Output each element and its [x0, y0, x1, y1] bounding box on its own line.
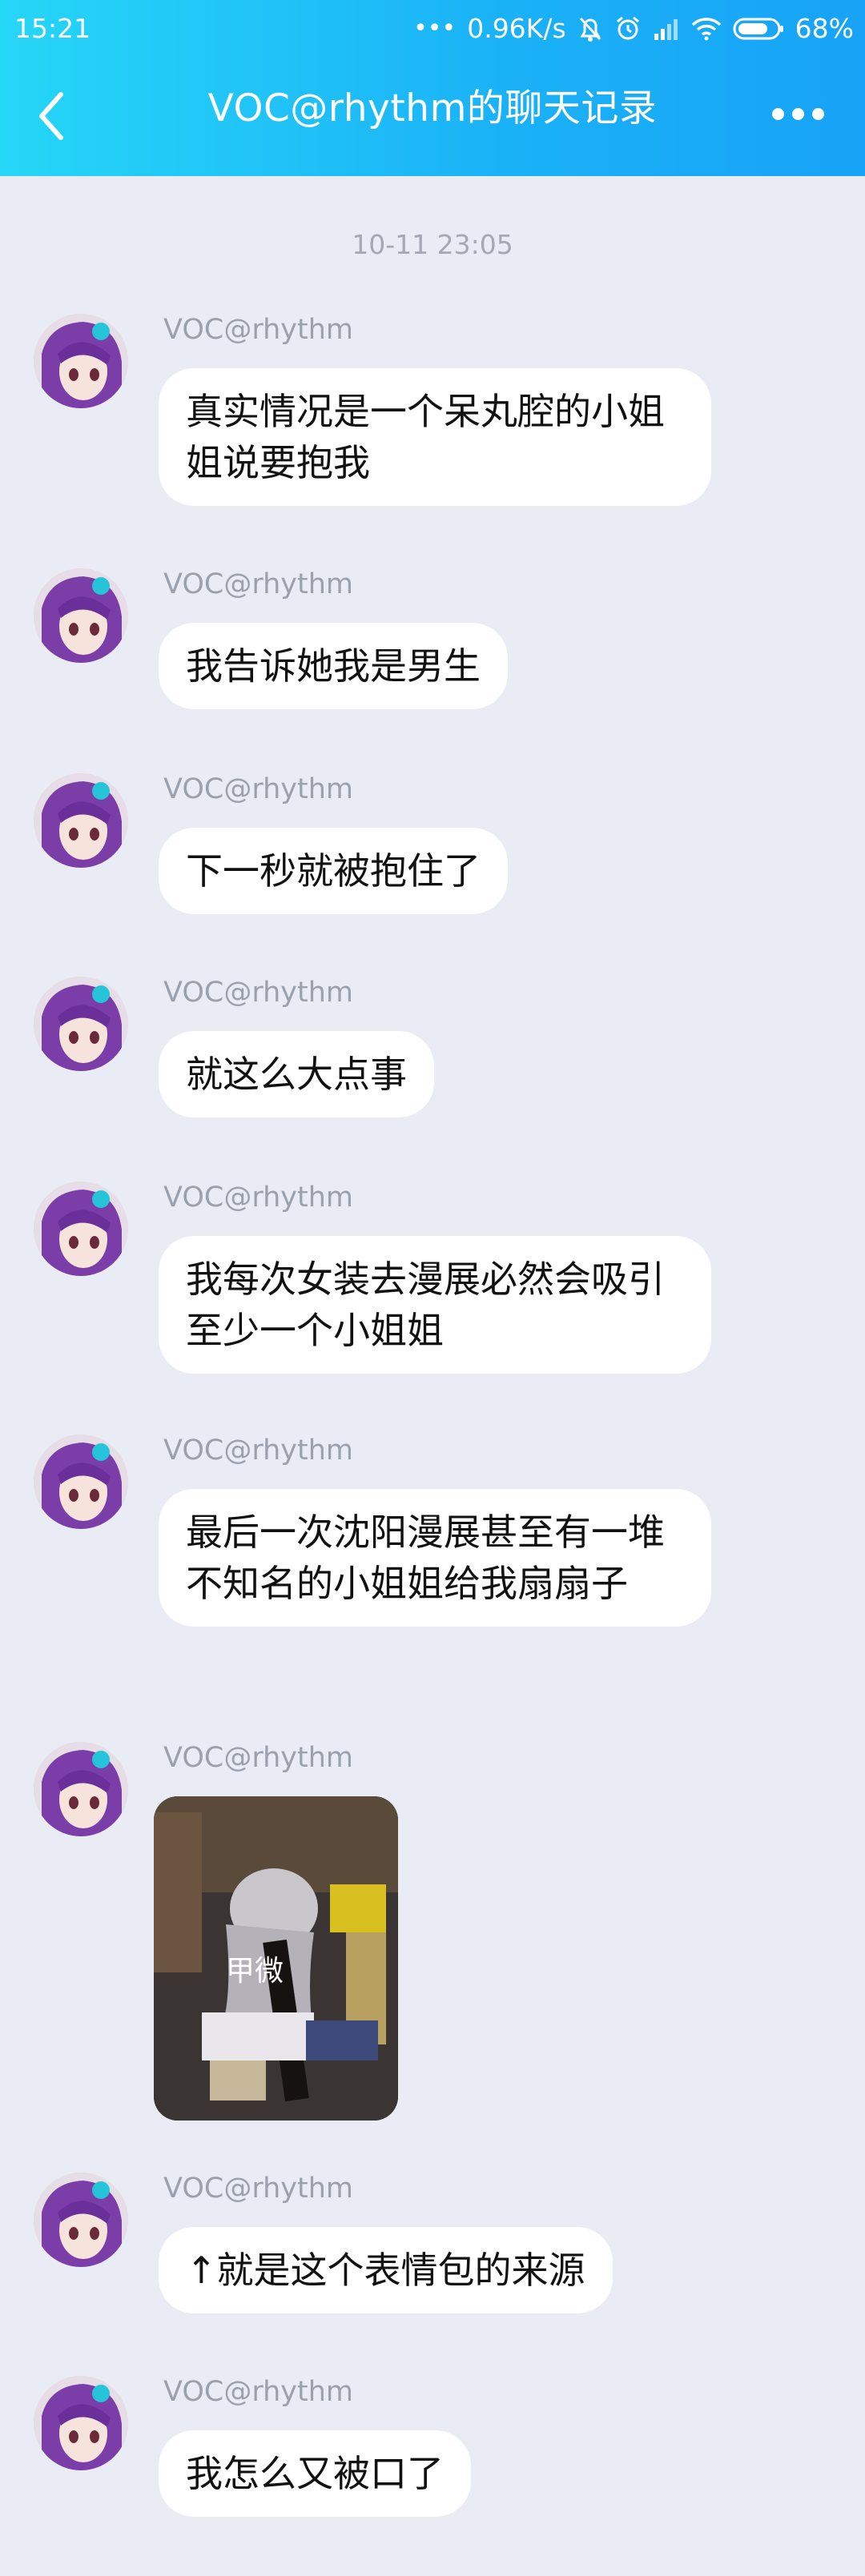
image-message[interactable]: 甲微 — [154, 1796, 398, 2121]
more-dot-icon — [812, 108, 824, 120]
top-bar: 15:21 ••• 0.96K/s 68% VOC@rhythm的聊天记录 — [0, 0, 865, 176]
message-bubble[interactable]: 最后一次沈阳漫展甚至有一堆不知名的小姐姐给我扇扇子 — [159, 1489, 711, 1627]
signal-icon — [653, 16, 680, 42]
avatar[interactable] — [34, 1434, 128, 1529]
avatar[interactable] — [34, 1742, 128, 1836]
message-bubble[interactable]: 真实情况是一个呆丸腔的小姐姐说要抱我 — [159, 368, 711, 506]
status-time: 15:21 — [14, 13, 91, 44]
sender-name: VOC@rhythm — [163, 1742, 353, 1774]
chat-timestamp: 10-11 23:05 — [352, 229, 513, 260]
status-bar: 15:21 ••• 0.96K/s 68% — [0, 0, 865, 58]
more-button[interactable] — [772, 104, 828, 125]
sender-name: VOC@rhythm — [163, 1434, 353, 1467]
battery-icon — [733, 17, 784, 41]
message-bubble[interactable]: 下一秒就被抱住了 — [159, 828, 508, 914]
avatar[interactable] — [34, 568, 128, 663]
message-bubble[interactable]: 我怎么又被口了 — [159, 2430, 471, 2517]
dots-icon: ••• — [413, 14, 457, 42]
mute-bell-icon — [577, 15, 603, 42]
sender-name: VOC@rhythm — [163, 568, 353, 600]
image-caption: 甲微 — [226, 1955, 284, 1988]
network-speed: 0.96K/s — [467, 13, 566, 44]
sender-name: VOC@rhythm — [163, 2173, 353, 2205]
avatar[interactable] — [34, 1182, 128, 1276]
sender-name: VOC@rhythm — [163, 314, 353, 346]
message-bubble[interactable]: 我告诉她我是男生 — [159, 623, 508, 709]
more-dot-icon — [772, 108, 784, 120]
sender-name: VOC@rhythm — [163, 2376, 353, 2408]
message-bubble[interactable]: 就这么大点事 — [159, 1031, 434, 1117]
message-bubble[interactable]: ↑就是这个表情包的来源 — [159, 2227, 613, 2313]
avatar[interactable] — [34, 977, 128, 1071]
avatar[interactable] — [34, 773, 128, 868]
sender-name: VOC@rhythm — [163, 1182, 353, 1214]
wifi-icon — [691, 17, 722, 41]
sender-name: VOC@rhythm — [163, 977, 353, 1009]
sender-name: VOC@rhythm — [163, 773, 353, 805]
nav-bar: VOC@rhythm的聊天记录 — [0, 58, 865, 176]
avatar[interactable] — [34, 314, 128, 408]
more-dot-icon — [792, 108, 804, 120]
message-bubble[interactable]: 我每次女装去漫展必然会吸引至少一个小姐姐 — [159, 1236, 711, 1374]
alarm-icon — [614, 15, 642, 42]
avatar[interactable] — [34, 2173, 128, 2267]
battery-percent: 68% — [795, 13, 854, 44]
avatar[interactable] — [34, 2376, 128, 2470]
page-title: VOC@rhythm的聊天记录 — [207, 86, 658, 130]
